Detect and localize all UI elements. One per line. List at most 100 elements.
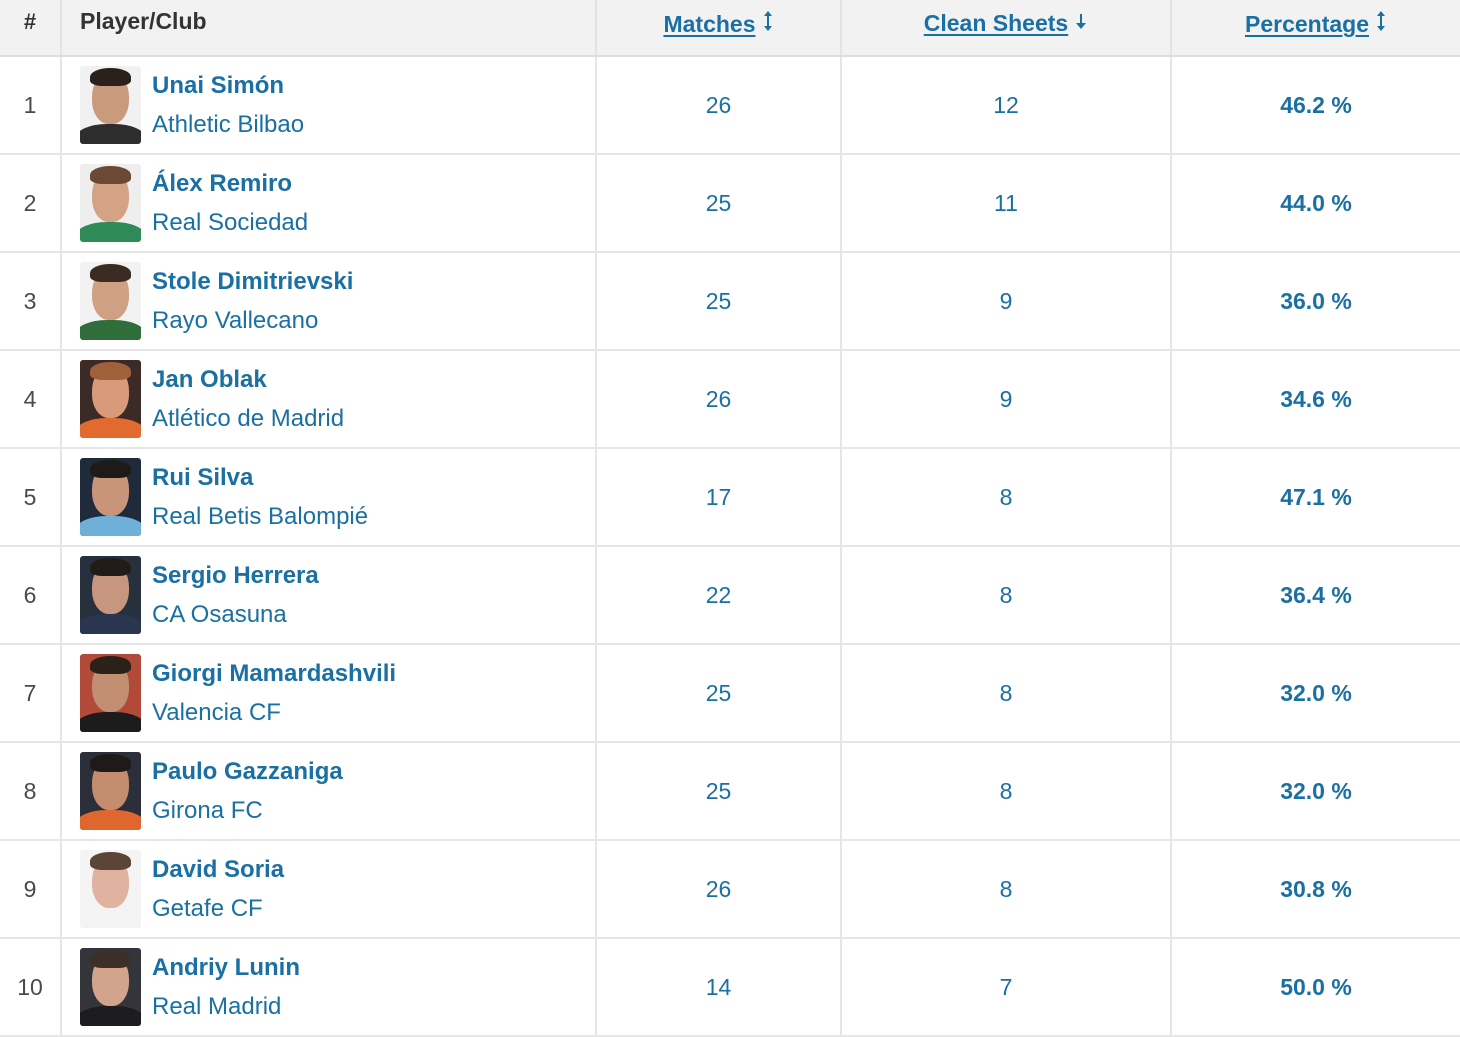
player-avatar[interactable]	[80, 360, 141, 438]
club-name-link[interactable]: Real Betis Balompié	[152, 502, 368, 532]
player-info: Sergio Herrera CA Osasuna	[80, 556, 595, 634]
percentage-cell: 46.2 %	[1171, 56, 1460, 155]
rank-cell: 7	[0, 644, 62, 743]
rank-column-header: #	[0, 0, 62, 57]
sort-both-icon[interactable]	[1375, 10, 1387, 38]
avatar-kit	[80, 418, 141, 438]
avatar-kit	[80, 320, 141, 340]
matches-cell: 14	[596, 938, 842, 1037]
player-avatar[interactable]	[80, 654, 141, 732]
percentage-cell: 30.8 %	[1171, 840, 1460, 939]
header-row: # Player/Club Matches Clean Sheets Perce…	[0, 0, 1460, 57]
club-name-link[interactable]: Real Madrid	[152, 992, 300, 1022]
percentage-cell: 47.1 %	[1171, 448, 1460, 547]
player-names: Jan Oblak Atlético de Madrid	[152, 365, 344, 434]
player-cell: Rui Silva Real Betis Balompié	[61, 448, 597, 547]
avatar-kit	[80, 516, 141, 536]
player-name-link[interactable]: Rui Silva	[152, 463, 368, 493]
club-name-link[interactable]: Atlético de Madrid	[152, 404, 344, 434]
percentage-cell: 32.0 %	[1171, 742, 1460, 841]
club-name-link[interactable]: Real Sociedad	[152, 208, 308, 238]
rank-cell: 3	[0, 252, 62, 351]
player-cell: Andriy Lunin Real Madrid	[61, 938, 597, 1037]
club-name-link[interactable]: Valencia CF	[152, 698, 396, 728]
matches-column-header[interactable]: Matches	[596, 0, 842, 57]
table-row: 4 Jan Oblak Atlético de Madrid 26 9 34.6…	[0, 350, 1460, 449]
avatar-kit	[80, 908, 141, 928]
player-name-link[interactable]: Stole Dimitrievski	[152, 267, 353, 297]
player-names: Sergio Herrera CA Osasuna	[152, 561, 319, 630]
rank-cell: 5	[0, 448, 62, 547]
player-info: Álex Remiro Real Sociedad	[80, 164, 595, 242]
player-name-link[interactable]: David Soria	[152, 855, 284, 885]
percentage-column-header[interactable]: Percentage	[1171, 0, 1460, 57]
player-info: Unai Simón Athletic Bilbao	[80, 66, 595, 144]
player-avatar[interactable]	[80, 850, 141, 928]
player-names: Unai Simón Athletic Bilbao	[152, 71, 304, 140]
club-name-link[interactable]: Girona FC	[152, 796, 343, 826]
clean-sheets-sort-link[interactable]: Clean Sheets	[924, 10, 1068, 36]
sort-both-icon[interactable]	[762, 10, 774, 38]
player-names: Rui Silva Real Betis Balompié	[152, 463, 368, 532]
club-name-link[interactable]: CA Osasuna	[152, 600, 319, 630]
percentage-cell: 34.6 %	[1171, 350, 1460, 449]
table-header: # Player/Club Matches Clean Sheets Perce…	[0, 0, 1460, 57]
clean-sheets-cell: 11	[841, 154, 1172, 253]
player-info: Jan Oblak Atlético de Madrid	[80, 360, 595, 438]
rank-cell: 10	[0, 938, 62, 1037]
player-avatar[interactable]	[80, 262, 141, 340]
percentage-cell: 36.0 %	[1171, 252, 1460, 351]
matches-cell: 25	[596, 154, 842, 253]
player-info: Paulo Gazzaniga Girona FC	[80, 752, 595, 830]
clean-sheets-cell: 9	[841, 252, 1172, 351]
player-name-link[interactable]: Álex Remiro	[152, 169, 308, 199]
matches-cell: 22	[596, 546, 842, 645]
matches-cell: 25	[596, 252, 842, 351]
player-name-link[interactable]: Giorgi Mamardashvili	[152, 659, 396, 689]
player-name-link[interactable]: Unai Simón	[152, 71, 304, 101]
clean-sheets-cell: 9	[841, 350, 1172, 449]
player-cell: David Soria Getafe CF	[61, 840, 597, 939]
player-avatar[interactable]	[80, 458, 141, 536]
sort-descending-icon[interactable]	[1074, 11, 1088, 37]
clean-sheets-cell: 8	[841, 840, 1172, 939]
player-name-link[interactable]: Paulo Gazzaniga	[152, 757, 343, 787]
matches-sort-link[interactable]: Matches	[663, 11, 755, 37]
clean-sheets-cell: 12	[841, 56, 1172, 155]
avatar-hair	[90, 754, 131, 772]
player-avatar[interactable]	[80, 556, 141, 634]
club-name-link[interactable]: Athletic Bilbao	[152, 110, 304, 140]
player-avatar[interactable]	[80, 66, 141, 144]
percentage-sort-link[interactable]: Percentage	[1245, 11, 1369, 37]
player-info: Giorgi Mamardashvili Valencia CF	[80, 654, 595, 732]
matches-cell: 25	[596, 742, 842, 841]
avatar-hair	[90, 68, 131, 86]
player-name-link[interactable]: Andriy Lunin	[152, 953, 300, 983]
percentage-cell: 32.0 %	[1171, 644, 1460, 743]
player-avatar[interactable]	[80, 164, 141, 242]
player-avatar[interactable]	[80, 948, 141, 1026]
player-cell: Paulo Gazzaniga Girona FC	[61, 742, 597, 841]
club-name-link[interactable]: Getafe CF	[152, 894, 284, 924]
avatar-hair	[90, 656, 131, 674]
rank-cell: 2	[0, 154, 62, 253]
clean-sheets-column-header[interactable]: Clean Sheets	[841, 0, 1172, 57]
player-avatar[interactable]	[80, 752, 141, 830]
clean-sheets-cell: 8	[841, 644, 1172, 743]
avatar-hair	[90, 166, 131, 184]
player-info: Andriy Lunin Real Madrid	[80, 948, 595, 1026]
player-name-link[interactable]: Sergio Herrera	[152, 561, 319, 591]
matches-cell: 25	[596, 644, 842, 743]
player-names: Stole Dimitrievski Rayo Vallecano	[152, 267, 353, 336]
avatar-hair	[90, 460, 131, 478]
player-name-link[interactable]: Jan Oblak	[152, 365, 344, 395]
table-row: 8 Paulo Gazzaniga Girona FC 25 8 32.0 %	[0, 742, 1460, 841]
player-cell: Unai Simón Athletic Bilbao	[61, 56, 597, 155]
avatar-kit	[80, 614, 141, 634]
player-names: David Soria Getafe CF	[152, 855, 284, 924]
club-name-link[interactable]: Rayo Vallecano	[152, 306, 353, 336]
table-row: 3 Stole Dimitrievski Rayo Vallecano 25 9…	[0, 252, 1460, 351]
avatar-kit	[80, 712, 141, 732]
player-cell: Giorgi Mamardashvili Valencia CF	[61, 644, 597, 743]
table-row: 1 Unai Simón Athletic Bilbao 26 12 46.2 …	[0, 56, 1460, 155]
